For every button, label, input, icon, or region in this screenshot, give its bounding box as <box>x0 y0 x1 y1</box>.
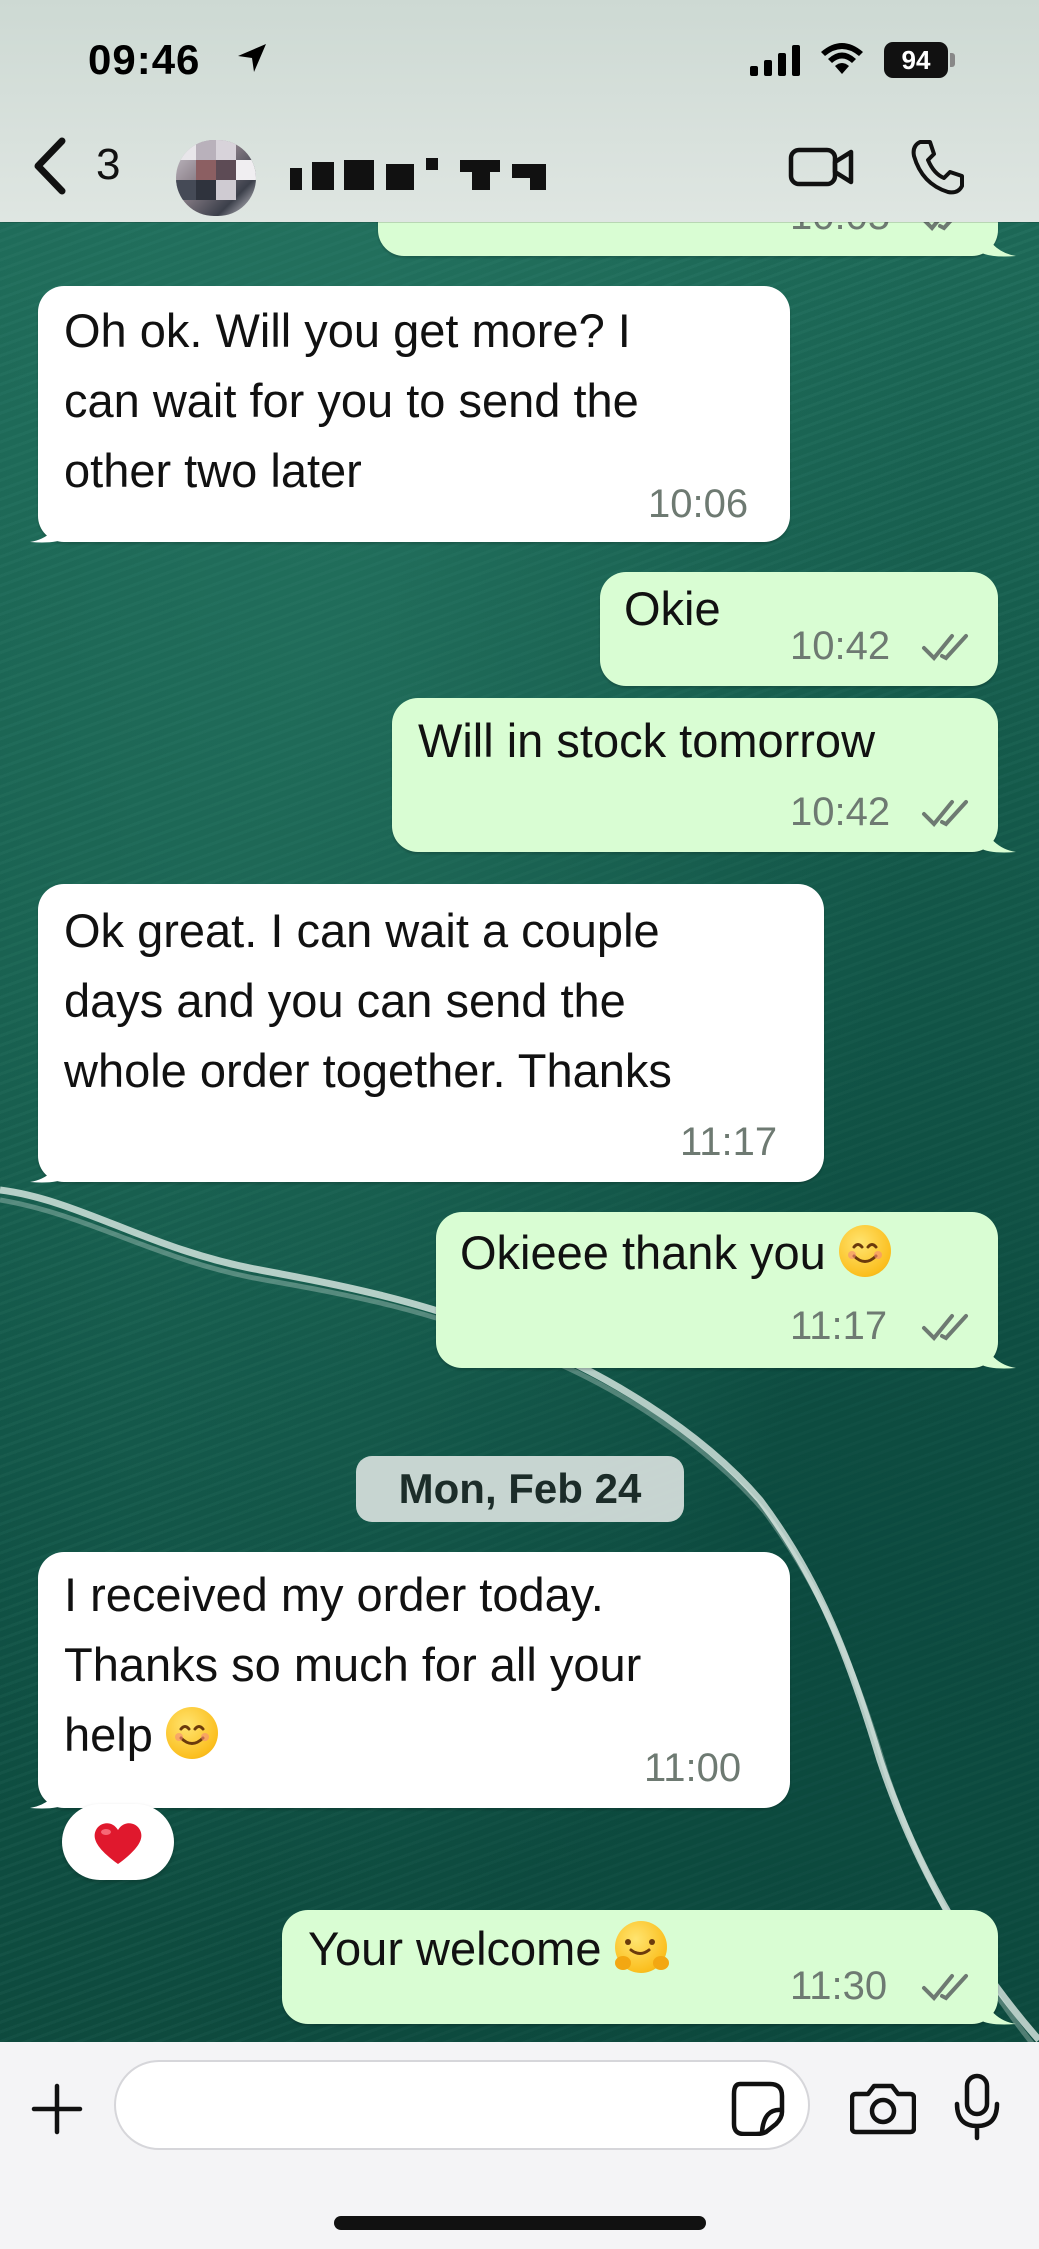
sticker-icon[interactable] <box>730 2080 786 2136</box>
cellular-signal-icon <box>750 45 800 76</box>
battery-tip <box>950 53 955 67</box>
read-checkmarks-icon <box>922 634 968 661</box>
message-text: Okieee thank you <box>460 1218 891 1288</box>
message-time: 11:17 <box>680 1120 778 1164</box>
redaction-block <box>312 162 334 190</box>
date-separator: Mon, Feb 24 <box>356 1456 684 1522</box>
redaction-block <box>290 168 302 190</box>
message-text-line: Ok great. I can wait a couple <box>64 904 660 957</box>
message-input[interactable] <box>114 2060 810 2150</box>
message-text: help <box>64 1708 153 1761</box>
smiling-face-emoji <box>838 1225 891 1277</box>
message-bubble-outgoing[interactable]: Will in stock tomorrow 10:42 <box>392 698 998 852</box>
unread-count[interactable]: 3 <box>96 140 120 190</box>
avatar-pixel <box>196 140 216 160</box>
wifi-icon <box>821 43 863 74</box>
message-bubble-outgoing[interactable]: Your welcome 11:30 <box>282 1910 998 2024</box>
bubble-tail <box>30 1774 66 1809</box>
video-call-icon[interactable] <box>788 142 854 192</box>
message-time: 10:42 <box>790 624 891 668</box>
red-heart-emoji <box>94 1823 142 1864</box>
redaction-block <box>344 160 374 190</box>
message-text: Your welcome <box>308 1922 602 1975</box>
message-text: Will in stock tomorrow <box>418 714 876 767</box>
read-checkmarks-icon <box>922 800 968 827</box>
chat-header: 09:46 94 3 <box>0 0 1039 222</box>
avatar-pixel <box>196 160 216 180</box>
message-bubble-outgoing[interactable]: Okieee thank you 11:17 <box>436 1212 998 1368</box>
redaction-block <box>386 164 414 190</box>
message-time: 11:00 <box>644 1746 742 1790</box>
bubble-tail <box>30 508 66 543</box>
message-time: 11:30 <box>790 1964 888 2008</box>
message-time: 11:17 <box>790 1304 888 1348</box>
message-text: Okie <box>624 582 721 635</box>
message-time: 10:42 <box>790 790 891 834</box>
battery-icon: 94 <box>884 42 956 78</box>
message-bubble-incoming[interactable]: I received my order today. Thanks so muc… <box>38 1552 790 1808</box>
avatar-pixel <box>236 160 256 180</box>
smiling-face-emoji <box>165 1707 218 1759</box>
bubble-tail <box>980 222 1016 257</box>
message-reaction[interactable] <box>62 1804 174 1880</box>
avatar-pixel <box>176 140 196 160</box>
avatar-pixel <box>196 180 216 200</box>
message-text-line: help <box>64 1700 218 1770</box>
home-indicator <box>334 2216 706 2230</box>
avatar-pixel <box>216 140 236 160</box>
hugging-face-emoji <box>614 1921 669 1973</box>
message-text-line: Thanks so much for all your <box>64 1638 642 1691</box>
bubble-tail <box>980 818 1016 853</box>
message-bubble-outgoing[interactable]: Okie 10:42 <box>600 572 998 686</box>
avatar-pixel <box>216 160 236 180</box>
camera-icon[interactable] <box>850 2080 916 2136</box>
message-text-line: Oh ok. Will you get more? I <box>64 304 631 357</box>
message-text-line: I received my order today. <box>64 1568 604 1621</box>
redaction-block <box>426 158 438 170</box>
avatar-pixel <box>176 180 196 200</box>
redaction-block <box>530 174 546 190</box>
message-text-line: days and you can send the <box>64 974 626 1027</box>
message-text-line: other two later <box>64 444 362 497</box>
bubble-tail <box>30 1148 66 1183</box>
message-bubble-incoming[interactable]: Ok great. I can wait a couple days and y… <box>38 884 824 1182</box>
status-time: 09:46 <box>88 36 201 83</box>
microphone-icon[interactable] <box>952 2072 1002 2142</box>
message-text: Okieee thank you <box>460 1226 826 1279</box>
attach-plus-icon[interactable] <box>30 2082 84 2136</box>
avatar-pixel <box>216 180 236 200</box>
back-chevron-icon[interactable] <box>28 135 72 197</box>
battery-level: 94 <box>884 42 948 78</box>
location-arrow-icon <box>238 44 266 72</box>
chat-screen: 10:05 Oh ok. Will you get more? I can wa… <box>0 0 1039 2249</box>
redaction-block <box>472 168 490 190</box>
read-checkmarks-icon <box>922 1974 968 2001</box>
phone-call-icon[interactable] <box>908 138 966 196</box>
read-checkmarks-icon <box>922 1314 968 1341</box>
bubble-tail <box>980 1990 1016 2025</box>
bubble-tail <box>980 1334 1016 1369</box>
message-text: Your welcome <box>308 1914 669 1984</box>
message-time: 10:06 <box>648 482 749 526</box>
contact-name-redacted[interactable] <box>286 150 636 196</box>
message-bubble-incoming[interactable]: Oh ok. Will you get more? I can wait for… <box>38 286 790 542</box>
message-text-line: can wait for you to send the <box>64 374 639 427</box>
message-text-line: whole order together. Thanks <box>64 1044 672 1097</box>
avatar[interactable] <box>176 140 256 216</box>
